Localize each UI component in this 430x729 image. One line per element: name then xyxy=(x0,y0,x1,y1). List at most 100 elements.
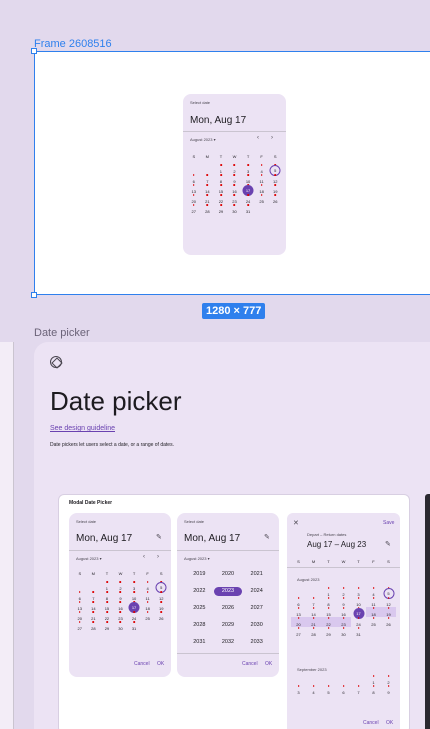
day-cell[interactable]: 27 xyxy=(291,627,306,637)
save-button[interactable]: Save xyxy=(383,520,394,526)
day-cell[interactable]: 1 xyxy=(366,675,381,685)
day-cell[interactable]: 25 xyxy=(255,194,269,204)
day-cell[interactable]: 29 xyxy=(100,621,114,631)
month-dropdown[interactable]: August 2023 ▾ xyxy=(190,137,216,142)
design-guideline-link[interactable]: See design guideline xyxy=(50,425,115,432)
cancel-button[interactable]: Cancel xyxy=(242,661,258,667)
day-cell[interactable]: 9 xyxy=(336,597,351,607)
day-cell[interactable]: 22 xyxy=(100,611,114,621)
ok-button[interactable]: OK xyxy=(157,661,164,667)
prev-month-icon[interactable]: ‹ xyxy=(257,135,259,141)
day-cell[interactable]: 28 xyxy=(306,627,321,637)
day-cell[interactable]: 7 xyxy=(351,685,366,695)
year-option[interactable]: 2020 xyxy=(214,570,243,579)
day-cell[interactable]: 6 xyxy=(291,597,306,607)
day-cell[interactable]: 10 xyxy=(351,597,366,607)
prev-month-icon[interactable]: ‹ xyxy=(143,554,145,560)
day-cell[interactable]: 8 xyxy=(214,174,228,184)
day-cell[interactable]: 14 xyxy=(87,601,101,611)
day-cell[interactable]: 3 xyxy=(241,164,255,174)
day-cell[interactable]: 6 xyxy=(187,174,201,184)
cancel-button[interactable]: Cancel xyxy=(363,720,379,726)
day-cell[interactable]: 11 xyxy=(255,174,269,184)
year-option[interactable]: 2026 xyxy=(214,604,243,613)
day-cell[interactable]: 19 xyxy=(154,601,168,611)
day-cell[interactable]: 8 xyxy=(321,597,336,607)
day-cell[interactable]: 6 xyxy=(73,591,87,601)
day-cell[interactable]: 2 xyxy=(228,164,242,174)
day-cell[interactable]: 1 xyxy=(214,164,228,174)
year-option[interactable]: 2032 xyxy=(214,638,243,647)
day-cell[interactable]: 15 xyxy=(214,184,228,194)
ok-button[interactable]: OK xyxy=(386,720,393,726)
year-option[interactable]: 2025 xyxy=(185,604,214,613)
day-cell[interactable]: 9 xyxy=(114,591,128,601)
year-option[interactable]: 2019 xyxy=(185,570,214,579)
day-cell[interactable]: 3 xyxy=(351,587,366,597)
day-cell[interactable]: 18 xyxy=(255,184,269,194)
day-cell[interactable]: 28 xyxy=(87,621,101,631)
day-cell[interactable]: 17 xyxy=(351,607,366,619)
month-dropdown[interactable]: August 2023 ▾ xyxy=(76,556,102,561)
frame[interactable]: Select date Mon, Aug 17 August 2023 ▾ ‹ … xyxy=(31,48,430,298)
edit-icon[interactable]: ✎ xyxy=(264,533,270,541)
year-option[interactable]: 2022 xyxy=(185,587,214,596)
day-cell[interactable]: 23 xyxy=(228,194,242,204)
day-cell[interactable]: 5 xyxy=(321,685,336,695)
resize-handle[interactable] xyxy=(31,48,37,54)
day-cell[interactable]: 9 xyxy=(228,174,242,184)
day-cell[interactable]: 31 xyxy=(127,621,141,631)
day-cell[interactable]: 17 xyxy=(241,184,255,196)
day-cell[interactable]: 1 xyxy=(321,587,336,597)
day-cell[interactable]: 14 xyxy=(201,184,215,194)
day-cell[interactable]: 30 xyxy=(114,621,128,631)
day-cell[interactable]: 19 xyxy=(381,607,396,617)
day-cell[interactable]: 16 xyxy=(228,184,242,194)
day-cell[interactable]: 24 xyxy=(127,611,141,621)
day-cell[interactable]: 11 xyxy=(366,597,381,607)
year-option[interactable]: 2023 xyxy=(213,587,243,596)
day-cell[interactable]: 27 xyxy=(73,621,87,631)
day-cell[interactable]: 20 xyxy=(73,611,87,621)
day-cell[interactable]: 4 xyxy=(366,587,381,597)
day-cell[interactable]: 13 xyxy=(73,601,87,611)
day-cell[interactable]: 5 xyxy=(268,164,282,176)
day-cell[interactable]: 7 xyxy=(306,597,321,607)
day-cell[interactable]: 12 xyxy=(381,597,396,607)
day-cell[interactable]: 20 xyxy=(187,194,201,204)
year-option[interactable]: 2028 xyxy=(185,621,214,630)
next-month-icon[interactable]: › xyxy=(157,554,159,560)
year-option[interactable]: 2029 xyxy=(214,621,243,630)
year-option[interactable]: 2027 xyxy=(242,604,271,613)
day-cell[interactable]: 26 xyxy=(381,617,396,627)
year-option[interactable]: 2024 xyxy=(242,587,271,596)
day-cell[interactable]: 21 xyxy=(306,617,321,627)
day-cell[interactable]: 22 xyxy=(321,617,336,627)
day-cell[interactable]: 23 xyxy=(336,617,351,627)
day-cell[interactable]: 12 xyxy=(268,174,282,184)
day-cell[interactable]: 12 xyxy=(154,591,168,601)
resize-handle[interactable] xyxy=(31,292,37,298)
day-cell[interactable]: 31 xyxy=(241,204,255,214)
year-option[interactable]: 2033 xyxy=(242,638,271,647)
day-cell[interactable]: 15 xyxy=(100,601,114,611)
day-cell[interactable]: 13 xyxy=(187,184,201,194)
day-cell[interactable]: 8 xyxy=(366,685,381,695)
day-cell[interactable]: 8 xyxy=(100,591,114,601)
ok-button[interactable]: OK xyxy=(265,661,272,667)
day-cell[interactable]: 10 xyxy=(127,591,141,601)
day-cell[interactable]: 30 xyxy=(228,204,242,214)
day-cell[interactable]: 30 xyxy=(336,627,351,637)
day-cell[interactable]: 4 xyxy=(141,581,155,591)
day-cell[interactable]: 24 xyxy=(241,194,255,204)
day-cell[interactable]: 5 xyxy=(381,587,396,599)
day-cell[interactable]: 14 xyxy=(306,607,321,617)
day-cell[interactable]: 28 xyxy=(201,204,215,214)
day-cell[interactable]: 24 xyxy=(351,617,366,627)
day-cell[interactable]: 11 xyxy=(141,591,155,601)
day-cell[interactable]: 23 xyxy=(114,611,128,621)
day-cell[interactable]: 5 xyxy=(154,581,168,593)
year-option[interactable]: 2031 xyxy=(185,638,214,647)
day-cell[interactable]: 17 xyxy=(127,601,141,613)
day-cell[interactable]: 3 xyxy=(127,581,141,591)
